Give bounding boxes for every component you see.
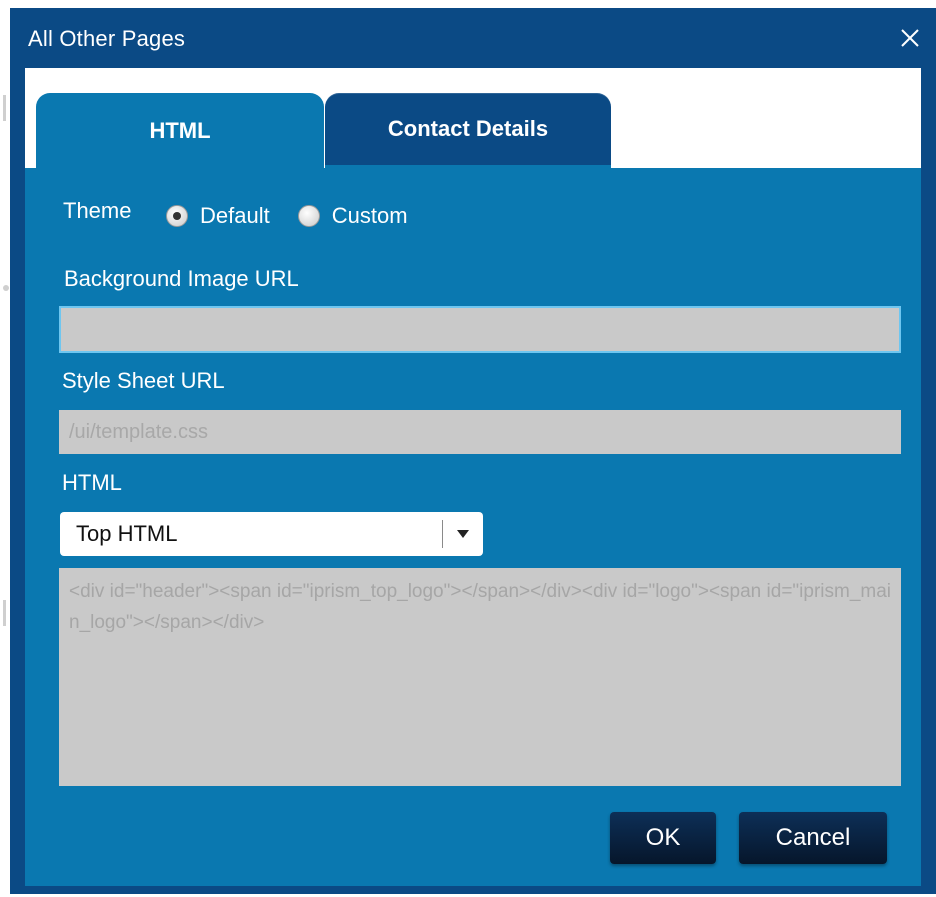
html-section-select[interactable]: Top HTML xyxy=(60,512,483,556)
dialog-titlebar: All Other Pages xyxy=(10,8,936,68)
tab-html[interactable]: HTML xyxy=(36,93,324,168)
html-code-textarea[interactable]: <div id="header"><span id="iprism_top_lo… xyxy=(59,568,901,786)
radio-selected-icon xyxy=(166,205,188,227)
background-image-url-label: Background Image URL xyxy=(64,266,299,291)
theme-radio-custom[interactable]: Custom xyxy=(297,203,408,229)
radio-label: Default xyxy=(200,203,270,228)
all-other-pages-dialog: All Other Pages HTML Contact Details The… xyxy=(10,8,936,894)
radio-label: Custom xyxy=(331,203,408,228)
theme-label: Theme xyxy=(63,198,132,223)
tab-label: HTML xyxy=(149,117,211,143)
cancel-button[interactable]: Cancel xyxy=(739,812,887,864)
close-icon xyxy=(901,29,919,47)
theme-radio-group: Default Custom xyxy=(166,198,436,234)
radio-unselected-icon xyxy=(297,205,320,227)
background-artifact xyxy=(3,600,6,626)
tab-label: Contact Details xyxy=(387,116,549,141)
background-image-url-input[interactable] xyxy=(59,306,901,353)
ok-button[interactable]: OK xyxy=(610,812,716,864)
background-artifact xyxy=(3,285,9,291)
background-artifact xyxy=(3,95,6,121)
dialog-title: All Other Pages xyxy=(28,26,186,51)
theme-radio-default[interactable]: Default xyxy=(166,203,270,229)
select-value: Top HTML xyxy=(76,521,178,546)
tab-contact-details[interactable]: Contact Details xyxy=(325,93,611,168)
style-sheet-url-input[interactable] xyxy=(59,410,901,454)
close-button[interactable] xyxy=(898,26,922,50)
dropdown-arrow-icon[interactable] xyxy=(443,529,483,539)
html-label: HTML xyxy=(62,470,122,495)
style-sheet-url-label: Style Sheet URL xyxy=(62,368,225,393)
